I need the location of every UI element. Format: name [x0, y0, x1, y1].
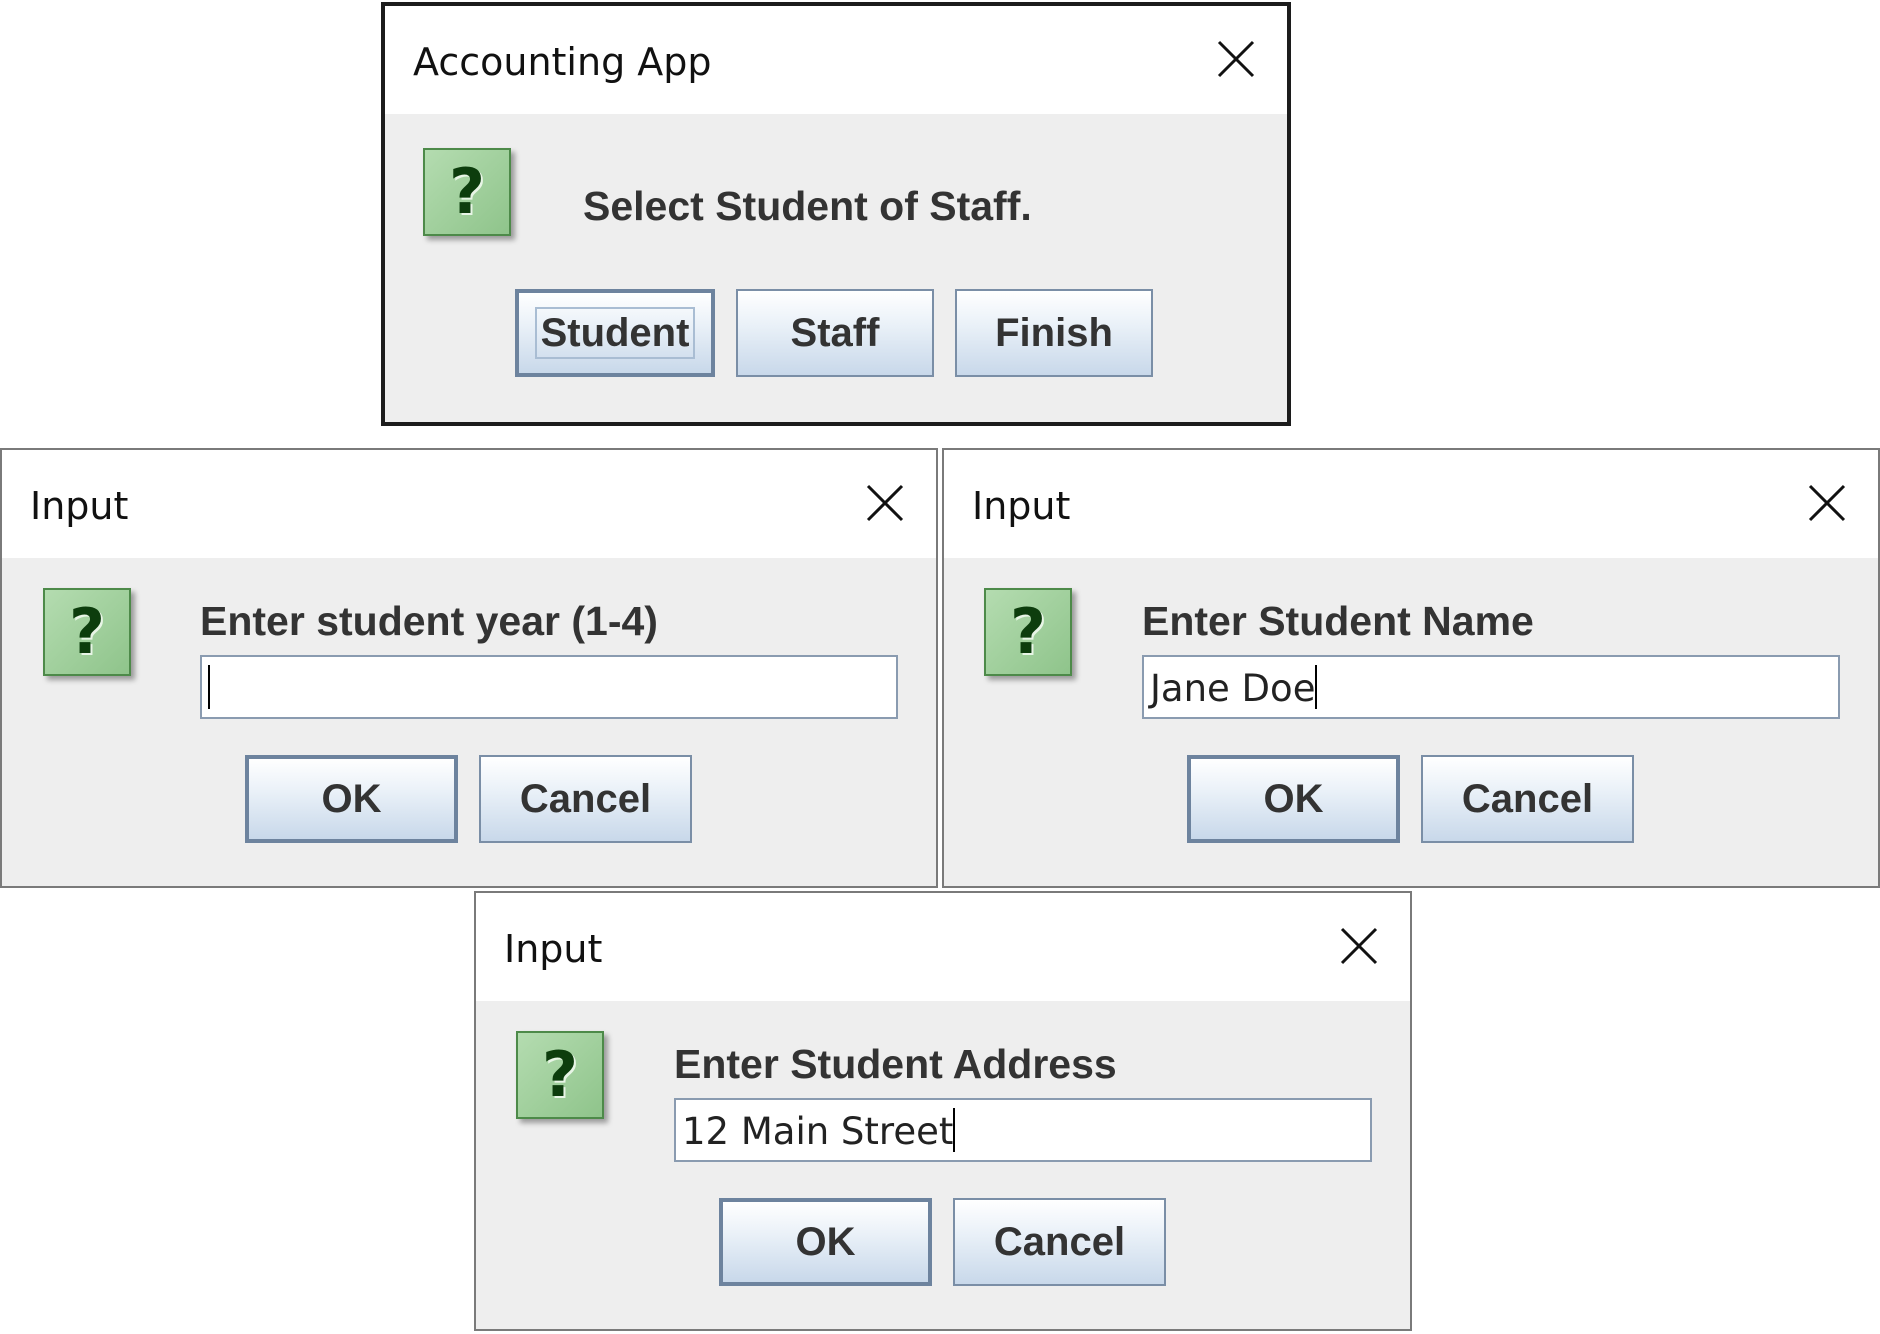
question-icon: ?	[423, 148, 511, 236]
title-bar[interactable]: Accounting App	[385, 6, 1287, 114]
close-icon[interactable]	[1334, 921, 1384, 971]
close-icon[interactable]	[860, 478, 910, 528]
student-year-input[interactable]	[200, 655, 898, 719]
dialog-message: Enter Student Name	[1142, 598, 1534, 644]
question-icon: ?	[516, 1031, 604, 1119]
finish-button[interactable]: Finish	[955, 289, 1153, 377]
dialog-message: Select Student of Staff.	[583, 183, 1032, 229]
ok-button[interactable]: OK	[719, 1198, 932, 1286]
student-name-dialog: Input ? Enter Student Name Jane Doe OK C…	[942, 448, 1880, 888]
accounting-app-dialog: Accounting App ? Select Student of Staff…	[381, 2, 1291, 426]
student-name-input[interactable]: Jane Doe	[1142, 655, 1840, 719]
student-address-dialog: Input ? Enter Student Address 12 Main St…	[474, 891, 1412, 1331]
question-icon: ?	[984, 588, 1072, 676]
text-caret	[1315, 665, 1318, 709]
dialog-message: Enter student year (1-4)	[200, 598, 658, 644]
cancel-button[interactable]: Cancel	[953, 1198, 1166, 1286]
cancel-button[interactable]: Cancel	[479, 755, 692, 843]
dialog-title: Input	[972, 484, 1071, 528]
close-icon[interactable]	[1211, 34, 1261, 84]
student-button[interactable]: Student	[515, 289, 715, 377]
ok-button[interactable]: OK	[245, 755, 458, 843]
title-bar[interactable]: Input	[944, 450, 1878, 558]
student-year-dialog: Input ? Enter student year (1-4) OK Canc…	[0, 448, 938, 888]
dialog-title: Input	[504, 927, 603, 971]
title-bar[interactable]: Input	[2, 450, 936, 558]
text-caret	[208, 665, 210, 709]
staff-button[interactable]: Staff	[736, 289, 934, 377]
student-address-input[interactable]: 12 Main Street	[674, 1098, 1372, 1162]
dialog-title: Accounting App	[413, 40, 712, 84]
question-icon: ?	[43, 588, 131, 676]
dialog-title: Input	[30, 484, 129, 528]
cancel-button[interactable]: Cancel	[1421, 755, 1634, 843]
text-caret	[953, 1108, 956, 1152]
input-value: Jane Doe	[1150, 667, 1316, 710]
title-bar[interactable]: Input	[476, 893, 1410, 1001]
input-value: 12 Main Street	[682, 1110, 954, 1153]
ok-button[interactable]: OK	[1187, 755, 1400, 843]
dialog-message: Enter Student Address	[674, 1041, 1117, 1087]
student-button-label: Student	[534, 307, 696, 359]
close-icon[interactable]	[1802, 478, 1852, 528]
